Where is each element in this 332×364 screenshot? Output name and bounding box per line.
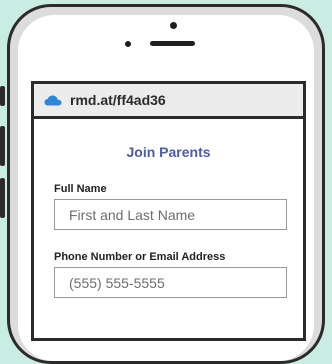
full-name-label: Full Name — [54, 183, 107, 195]
url-text: rmd.at/ff4ad36 — [70, 92, 166, 108]
form-title: Join Parents — [126, 144, 211, 160]
front-camera — [170, 22, 177, 29]
full-name-input[interactable] — [54, 199, 287, 230]
phone-side-button — [0, 126, 5, 166]
phone-side-button — [0, 86, 5, 106]
address-bar[interactable]: rmd.at/ff4ad36 — [34, 84, 303, 119]
contact-input[interactable] — [54, 267, 287, 298]
cloud-icon — [44, 95, 62, 105]
earpiece-speaker — [150, 41, 195, 46]
contact-label: Phone Number or Email Address — [54, 251, 226, 263]
phone-side-button — [0, 178, 5, 218]
phone-screen: rmd.at/ff4ad36 Join Parents Full Name Ph… — [31, 81, 306, 341]
sensor-dot — [125, 41, 131, 47]
